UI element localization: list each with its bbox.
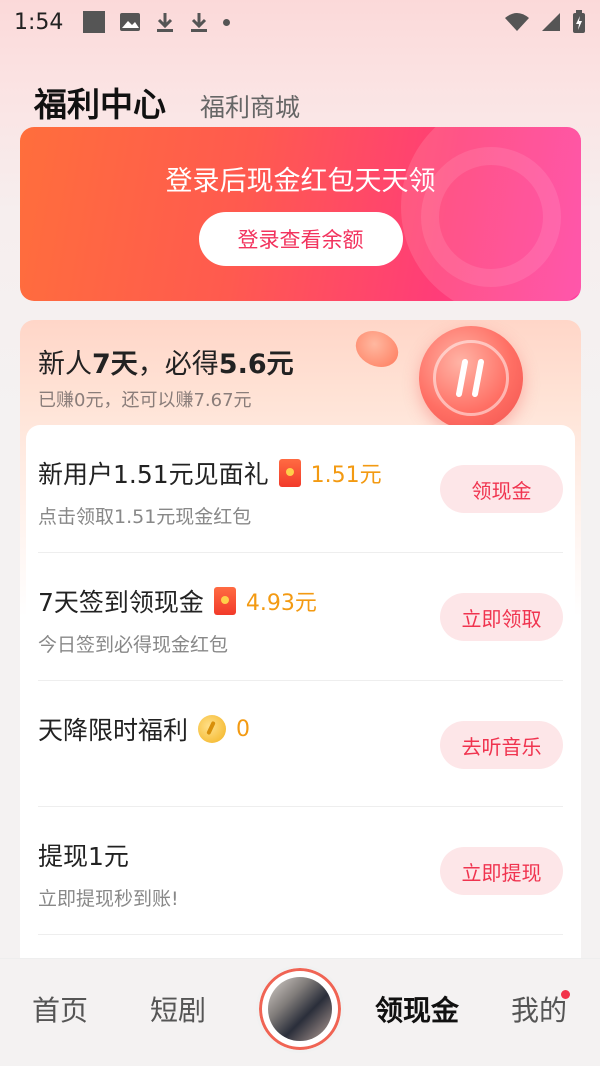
coin-decoration-icon	[419, 326, 523, 430]
avatar	[268, 977, 332, 1041]
small-coin-decoration	[349, 324, 405, 374]
banner-title: 登录后现金红包天天领	[165, 166, 436, 197]
task-name: 提现1元	[38, 842, 129, 871]
red-packet-icon	[278, 459, 301, 487]
download-icon	[157, 13, 174, 32]
tab-welfare-mall[interactable]: 福利商城	[200, 88, 300, 126]
task-name: 7天签到领现金	[38, 588, 204, 617]
task-desc: 今日签到必得现金红包	[38, 634, 229, 656]
claim-cash-button[interactable]: 领现金	[440, 465, 563, 513]
image-icon	[120, 13, 141, 31]
claim-now-button[interactable]: 立即领取	[440, 593, 563, 641]
download-icon	[191, 13, 208, 32]
task-list: 新用户1.51元见面礼 1.51元 点击领取1.51元现金红包 领现金 7天签到…	[26, 425, 575, 980]
dot-icon	[223, 18, 231, 26]
list-item: 天降限时福利 0 去听音乐	[26, 681, 575, 807]
system-icons	[504, 10, 586, 34]
notification-dot	[561, 990, 570, 999]
task-desc: 立即提现秒到账!	[38, 888, 179, 910]
newbie-title: 新人7天，必得5.6元	[38, 349, 294, 380]
list-item: 提现1元 立即提现秒到账! 立即提现	[26, 807, 575, 935]
divider	[38, 934, 563, 935]
login-check-balance-button[interactable]: 登录查看余额	[198, 212, 403, 266]
list-item: 7天签到领现金 4.93元 今日签到必得现金红包 立即领取	[26, 553, 575, 681]
status-bar: 1:54	[0, 0, 600, 44]
battery-icon	[573, 10, 585, 33]
wifi-icon	[505, 13, 529, 31]
notification-icons	[83, 11, 231, 33]
nav-home[interactable]: 首页	[32, 989, 88, 1029]
nav-cash[interactable]: 领现金	[375, 989, 459, 1029]
nav-drama[interactable]: 短剧	[150, 989, 206, 1029]
task-name: 新用户1.51元见面礼	[38, 460, 269, 489]
header-tabs: 福利中心 福利商城	[34, 78, 300, 126]
task-reward: 4.93元	[245, 591, 317, 616]
tab-welfare-center[interactable]: 福利中心	[34, 78, 166, 126]
list-item: 新用户1.51元见面礼 1.51元 点击领取1.51元现金红包 领现金	[26, 425, 575, 553]
newbie-card: 新人7天，必得5.6元 已赚0元，还可以赚7.67元 新用户1.51元见面礼 1…	[20, 320, 581, 980]
task-name: 天降限时福利	[38, 716, 189, 745]
gold-coin-icon	[198, 715, 227, 743]
task-reward: 1.51元	[310, 463, 382, 488]
square-app-icon	[83, 11, 106, 33]
nav-mine[interactable]: 我的	[511, 989, 567, 1029]
red-packet-icon	[213, 587, 236, 615]
task-desc: 点击领取1.51元现金红包	[38, 506, 252, 528]
newbie-subtitle: 已赚0元，还可以赚7.67元	[38, 390, 252, 411]
play-avatar-button[interactable]	[256, 965, 344, 1053]
listen-music-button[interactable]: 去听音乐	[440, 721, 563, 769]
bottom-nav: 首页 短剧 领现金 我的	[0, 958, 600, 1066]
signal-icon	[542, 13, 560, 31]
login-banner[interactable]: 登录后现金红包天天领 登录查看余额	[20, 127, 581, 301]
status-time: 1:54	[14, 9, 64, 35]
task-reward: 0	[236, 716, 251, 742]
withdraw-now-button[interactable]: 立即提现	[440, 847, 563, 895]
